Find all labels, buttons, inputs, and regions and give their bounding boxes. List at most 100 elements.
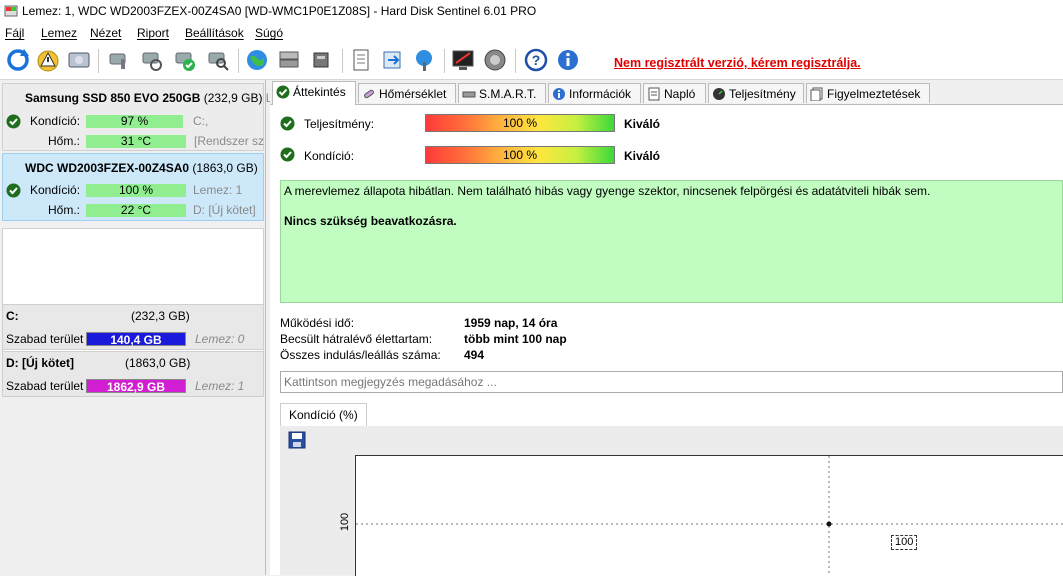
chart-plot: 100 — [355, 455, 1063, 576]
volume-disk: Lemez: 0 — [195, 332, 245, 346]
menu-view[interactable]: Nézet — [90, 26, 121, 40]
lifetime-value: több mint 100 nap — [464, 332, 567, 346]
toolbar-separator — [98, 49, 99, 73]
tab-temperature[interactable]: Hőmérséklet — [358, 83, 456, 103]
free-space-bar: 140,4 GB — [86, 332, 186, 347]
tab-label: S.M.A.R.T. — [479, 87, 537, 101]
status-check-icon — [6, 183, 21, 198]
menu-bar: Fájl Lemez Nézet Riport Beállítások Súgó — [0, 23, 1063, 43]
condition-bar: 100 % — [86, 184, 186, 197]
disk-item-wdc[interactable]: WDC WD2003FZEX-00Z4SA0 (1863,0 GB) Kondí… — [2, 153, 264, 221]
temperature-label: Hőm.: — [48, 134, 81, 148]
performance-gauge: 100 % — [425, 114, 615, 132]
tab-smart[interactable]: S.M.A.R.T. — [458, 83, 546, 103]
volume-item-d[interactable]: D: [Új kötet] (1863,0 GB) Szabad terület… — [2, 351, 264, 397]
chart-tab-condition[interactable]: Kondíció (%) — [280, 403, 367, 428]
start-stop-label: Összes indulás/leállás száma: — [280, 348, 441, 362]
volume-size: (232,3 GB) — [131, 309, 190, 323]
disk-search-icon[interactable] — [205, 47, 231, 73]
tab-log[interactable]: Napló — [643, 83, 706, 103]
title-bar: Lemez: 1, WDC WD2003FZEX-00Z4SA0 [WD-WMC… — [0, 0, 1063, 23]
menu-settings[interactable]: Beállítások — [185, 26, 244, 40]
start-stop-value: 494 — [464, 348, 485, 362]
network-disk-icon[interactable] — [276, 47, 302, 73]
thermometer-icon — [364, 89, 374, 99]
save-icon[interactable] — [288, 431, 306, 449]
tab-label: Hőmérséklet — [379, 87, 447, 101]
chart-tab-strip: Kondíció (%) — [280, 402, 1063, 428]
status-recommendation: Nincs szükség beavatkozásra. — [284, 214, 457, 228]
tab-label: Napló — [664, 87, 696, 101]
report-icon[interactable] — [348, 47, 374, 73]
volume-item-c[interactable]: C: (232,3 GB) Szabad terület 140,4 GB Le… — [2, 304, 264, 350]
condition-label: Kondíció: — [30, 114, 81, 128]
menu-help[interactable]: Súgó — [255, 26, 283, 40]
disk-check-icon[interactable] — [172, 47, 198, 73]
tab-label: Információk — [569, 87, 632, 101]
disk-volume-info: C:, — [193, 114, 209, 128]
send-report-icon[interactable] — [380, 47, 406, 73]
disk-test-icon[interactable] — [139, 47, 165, 73]
menu-file[interactable]: Fájl — [5, 26, 24, 40]
note-input[interactable]: Kattintson megjegyzés megadásához ... — [280, 371, 1063, 393]
y-tick-label: 100 — [339, 512, 352, 532]
menu-disk[interactable]: Lemez — [41, 26, 77, 40]
status-message-box: A merevlemez állapota hibátlan. Nem talá… — [280, 180, 1063, 303]
volume-size: (1863,0 GB) — [125, 356, 191, 370]
help-icon[interactable]: ? — [523, 47, 549, 73]
temperature-label: Hőm.: — [48, 203, 81, 217]
status-check-icon — [6, 114, 21, 129]
volume-name: C: — [6, 309, 19, 323]
disk-item-samsung[interactable]: Samsung SSD 850 EVO 250GB (232,9 GB) Le … — [2, 83, 279, 151]
svg-text:?: ? — [532, 52, 541, 68]
status-message: A merevlemez állapota hibátlan. Nem talá… — [284, 184, 931, 198]
tab-strip: Áttekintés Hőmérséklet S.M.A.R.T. Inform… — [270, 80, 1063, 105]
free-space-label: Szabad terület — [6, 332, 84, 346]
condition-gauge: 100 % — [425, 146, 615, 164]
tab-label: Teljesítmény — [729, 87, 796, 101]
alert-icon[interactable] — [35, 47, 61, 73]
uptime-label: Működési idő: — [280, 316, 355, 330]
menu-report[interactable]: Riport — [137, 26, 169, 40]
unregistered-link[interactable]: Nem regisztrált verzió, kérem regisztrál… — [614, 56, 861, 70]
toolbar-separator — [444, 49, 445, 73]
temperature-bar: 22 °C — [86, 204, 186, 217]
chart-area: 100 100 — [280, 426, 1063, 576]
sound-icon[interactable] — [482, 47, 508, 73]
check-icon — [276, 85, 290, 99]
free-space-label: Szabad terület — [6, 379, 84, 393]
tab-alerts[interactable]: Figyelmeztetések — [806, 83, 930, 103]
data-label: 100 — [891, 535, 918, 550]
uptime-value: 1959 nap, 14 óra — [464, 316, 558, 330]
external-disk-icon[interactable] — [308, 47, 334, 73]
performance-rating: Kiváló — [624, 117, 661, 131]
disk-name: Samsung SSD 850 EVO 250GB (232,9 GB) Le — [25, 91, 279, 105]
tab-performance[interactable]: Teljesítmény — [708, 83, 804, 103]
disk-number: Lemez: 1 — [193, 183, 243, 197]
refresh-icon[interactable] — [5, 47, 31, 73]
globe-icon[interactable] — [244, 47, 270, 73]
volume-disk: Lemez: 1 — [195, 379, 245, 393]
chart-svg — [356, 456, 1063, 576]
condition-label: Kondíció: — [30, 183, 81, 197]
disk-icon[interactable] — [66, 47, 92, 73]
disk-volume-label: D: [Új kötet] — [193, 203, 256, 217]
toolbar-separator — [238, 49, 239, 73]
condition-rating: Kiváló — [624, 149, 661, 163]
data-point — [826, 521, 832, 527]
temperature-bar: 31 °C — [86, 135, 186, 148]
toolbar-separator — [342, 49, 343, 73]
tab-label: Áttekintés — [293, 85, 346, 99]
performance-check-icon — [280, 116, 295, 131]
info-icon[interactable] — [555, 47, 581, 73]
app-icon — [4, 5, 18, 17]
lifetime-label: Becsült hátralévő élettartam: — [280, 332, 433, 346]
disk-tool-icon[interactable] — [106, 47, 132, 73]
tab-overview[interactable]: Áttekintés — [272, 81, 356, 105]
web-report-icon[interactable] — [412, 47, 438, 73]
tab-information[interactable]: Információk — [548, 83, 641, 103]
window-title: Lemez: 1, WDC WD2003FZEX-00Z4SA0 [WD-WMC… — [22, 4, 537, 18]
toolbar-separator — [515, 49, 516, 73]
performance-icon[interactable] — [450, 47, 476, 73]
smart-icon — [462, 91, 476, 98]
